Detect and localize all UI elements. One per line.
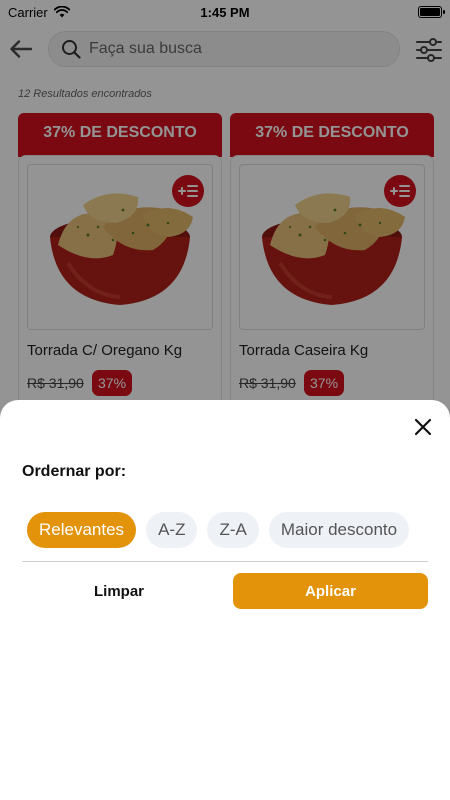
sort-option-maior-desconto[interactable]: Maior desconto bbox=[268, 512, 410, 548]
sort-option-relevantes[interactable]: Relevantes bbox=[27, 512, 137, 548]
sort-option-a-z[interactable]: A-Z bbox=[146, 512, 198, 548]
sort-bottom-sheet: Ordernar por: Relevantes A-Z Z-A Maior d… bbox=[0, 400, 450, 800]
clear-button[interactable]: Limpar bbox=[22, 573, 216, 609]
sort-options: Relevantes A-Z Z-A Maior desconto bbox=[27, 512, 428, 550]
close-icon bbox=[414, 418, 432, 436]
close-button[interactable] bbox=[410, 414, 436, 440]
apply-button[interactable]: Aplicar bbox=[233, 573, 428, 609]
divider bbox=[22, 561, 428, 562]
sort-option-z-a[interactable]: Z-A bbox=[207, 512, 259, 548]
sort-title: Ordernar por: bbox=[22, 463, 127, 480]
